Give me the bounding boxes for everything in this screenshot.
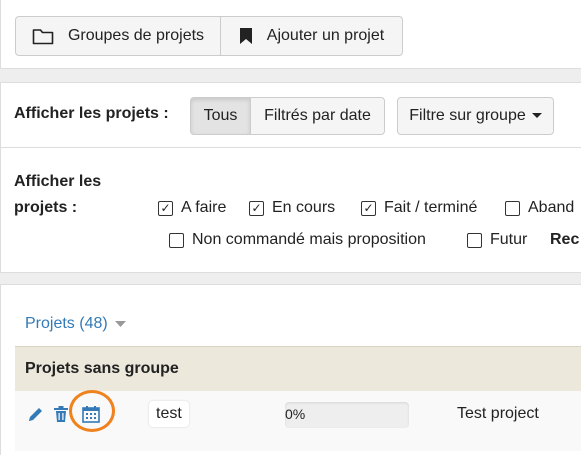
checkbox-icon[interactable]: ✓ [249,200,264,216]
checkbox-label: Futur [490,231,528,248]
checkbox-a-faire[interactable]: ✓ A faire [158,199,226,217]
caret-down-icon [114,321,126,327]
checkbox-label: A faire [181,199,227,216]
checkbox-non-commande[interactable]: Non commandé mais proposition [169,231,426,249]
caret-down-icon [531,113,542,119]
project-name: test [156,405,182,422]
progress-text: 0% [285,406,306,422]
all-projects-button[interactable]: Tous [190,97,251,135]
filtered-by-date-button[interactable]: Filtrés par date [250,97,385,135]
date-filter-panel: Afficher les projets : Tous Filtrés par … [0,82,581,148]
checkbox-en-cours[interactable]: ✓ En cours [249,199,335,217]
group-filter-dropdown[interactable]: Filtre sur groupe [397,97,554,135]
add-project-label: Ajouter un projet [266,27,385,44]
checkbox-label: Fait / terminé [384,199,478,216]
checkbox-icon[interactable]: ✓ [361,200,376,216]
folder-icon [32,27,54,45]
group-title: Projets sans groupe [25,360,179,377]
project-title: Test project [457,405,539,422]
checkbox-icon[interactable] [467,232,482,248]
checkbox-icon[interactable] [169,232,184,248]
checkbox-futur[interactable]: Futur [467,231,527,249]
trash-icon[interactable] [53,405,69,423]
bookmark-icon [239,27,253,45]
group-header: Projets sans groupe [15,346,581,391]
projects-heading[interactable]: Projets (48) [25,315,126,333]
group-filter-label: Filtre sur groupe [409,107,526,124]
projects-heading-label: Projets (48) [25,315,108,332]
all-projects-label: Tous [203,107,238,124]
date-filter-label: Afficher les projets : [14,105,169,122]
checkbox-fait-termine[interactable]: ✓ Fait / terminé [361,199,477,217]
status-filter-label-line2: projets : [14,199,78,216]
add-project-button[interactable]: Ajouter un projet [220,16,403,56]
checkbox-icon[interactable]: ✓ [158,200,173,216]
highlight-ring [69,390,115,432]
status-filter-label-line1: Afficher les [14,173,102,190]
progress-bar: 0% [285,402,409,428]
checkbox-icon[interactable] [505,200,520,216]
edit-pencil-icon[interactable] [27,406,44,423]
toolbar-panel: Groupes de projets Ajouter un projet [0,0,581,69]
status-trailing-text: Rec [550,231,580,248]
checkbox-label: Aband [528,199,575,216]
checkbox-label: En cours [272,199,336,216]
project-groups-button[interactable]: Groupes de projets [15,16,221,56]
projects-panel: Projets (48) Projets sans groupe test 0%… [0,284,581,455]
checkbox-label: Non commandé mais proposition [192,231,426,248]
status-filter-panel: Afficher les projets : ✓ A faire ✓ En co… [0,147,581,273]
project-name-badge[interactable]: test [149,401,189,427]
table-row: test 0% Test project [15,390,581,451]
project-groups-label: Groupes de projets [67,27,205,44]
filtered-by-date-label: Filtrés par date [264,107,371,124]
checkbox-abandonne[interactable]: Aband [505,199,574,217]
